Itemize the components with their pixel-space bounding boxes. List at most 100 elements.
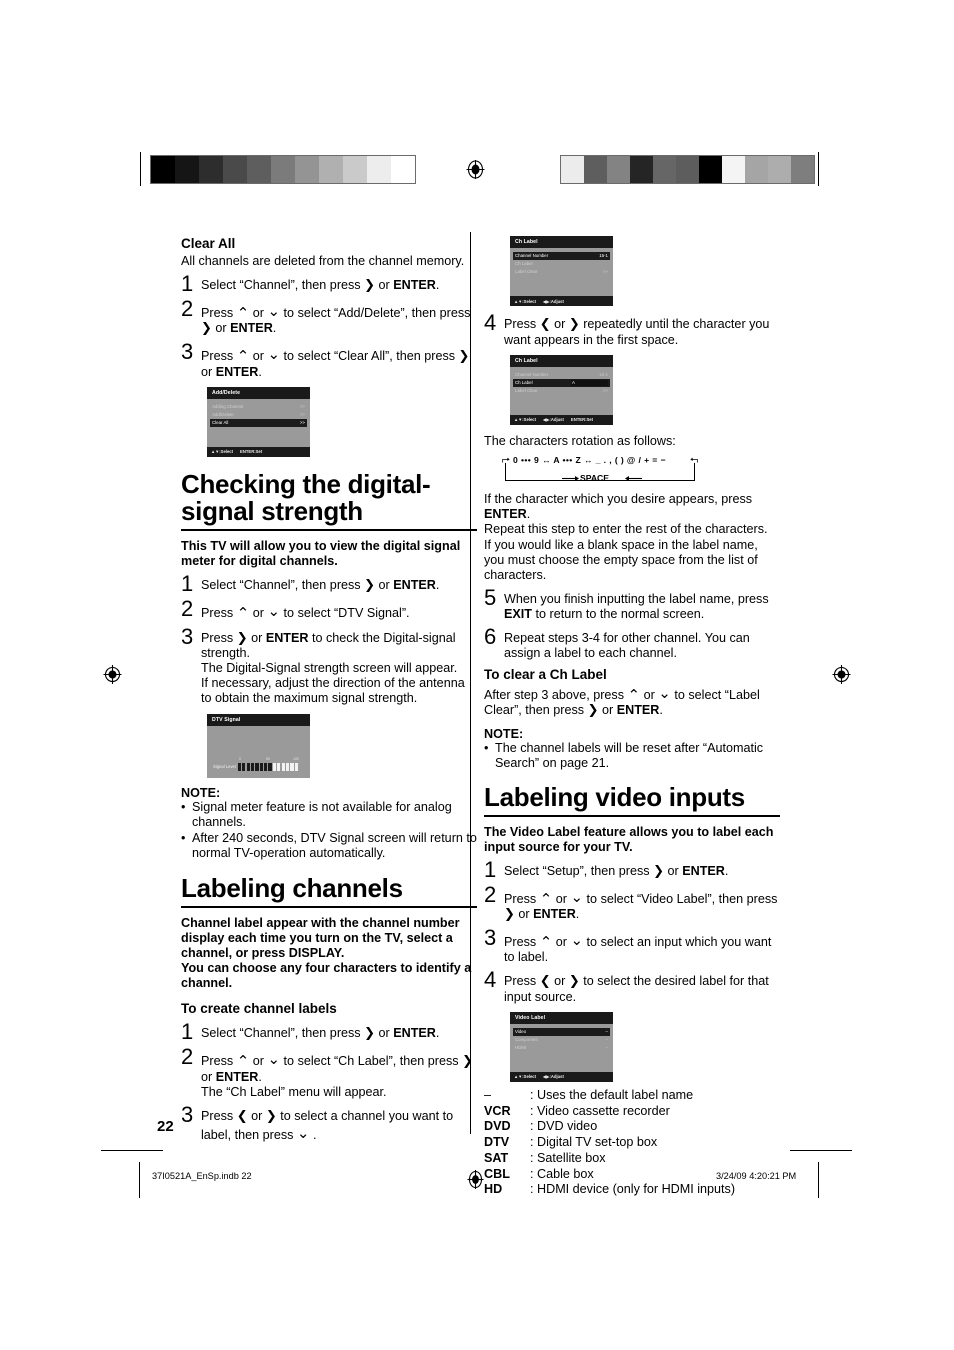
step-text: Press or to select “Ch Label”, then pres… (201, 1048, 477, 1100)
legend-value: : DVD video (530, 1119, 598, 1134)
step-number: 4 (484, 967, 497, 993)
manual-page: Clear All All channels are deleted from … (0, 0, 954, 1350)
signal-bar (264, 762, 268, 771)
character-rotation-diagram: 0 ••• 9 ↔ A ••• Z ↔ _ . , ( ) @ / + = − … (502, 454, 698, 488)
step-item: 1 Select “Channel”, then press or ENTER. (181, 1019, 477, 1044)
signal-note-title: NOTE: (181, 785, 221, 800)
legend-key: VCR (484, 1103, 511, 1118)
signal-bar (259, 762, 263, 771)
step-number: 2 (181, 1044, 194, 1070)
osd-row[interactable]: Channel Number 15-1 (510, 371, 613, 379)
signal-row: Signal Level (213, 762, 305, 771)
step-text: Press or to select “Video Label”, then p… (504, 886, 780, 923)
osd-row[interactable]: Label Clear >> (510, 387, 613, 395)
osd-row-value: >> (299, 403, 305, 409)
osd-text-field[interactable]: A (571, 380, 608, 386)
osd-body: Channel Number 15-1 Ch Label Label Clear >> (510, 248, 613, 296)
signal-steps: 1 Select “Channel”, then press or ENTER. 2… (181, 573, 477, 706)
osd-row[interactable]: Ch Label A (513, 378, 610, 388)
step-text: Press or to select “Clear All”, then pre… (201, 343, 477, 380)
after-rotation-text: If the character which you desire appear… (484, 492, 780, 583)
osd-row-label: Label Clear (515, 269, 538, 275)
signal-bar (281, 762, 285, 771)
step-number: 1 (181, 1019, 194, 1044)
legend-value: : Digital TV set-top box (530, 1135, 658, 1150)
legend-row: – : Uses the default label name (484, 1088, 780, 1104)
osd-row[interactable]: Ch Label (510, 260, 613, 268)
osd-row-label: Video (515, 1029, 527, 1035)
osd-row-value: >> (602, 269, 608, 275)
paragraph: If the character which you desire appear… (484, 492, 753, 522)
note-item: Signal meter feature is not available fo… (181, 800, 477, 830)
osd-row[interactable]: Add/Delete >> (207, 411, 310, 419)
section-rule (181, 905, 477, 908)
step-item: 3 Press or to select a channel you want t… (181, 1102, 477, 1143)
signal-level-label: Signal Level (213, 764, 236, 770)
step-text: Select “Setup”, then press or ENTER. (504, 861, 780, 880)
step-text: Press or to select the desired label for… (504, 971, 780, 1005)
legend-value: : HDMI device (only for HDMI inputs) (530, 1182, 736, 1197)
osd-row-label: Label Clear (515, 388, 538, 394)
step-item: 3 Press or to select an input which you w… (484, 926, 780, 965)
osd-row-value: 15-1 (599, 253, 608, 259)
ch-label-note-title: NOTE: (484, 726, 524, 741)
video-label-legend: – : Uses the default label name VCR : Video… (484, 1088, 780, 1198)
osd-video-label: Video Label Video – Component – HDMI – ▲▼:Selec… (510, 1011, 613, 1082)
signal-intro: This TV will allow you to view the digit… (181, 538, 461, 569)
legend-key: DVD (484, 1119, 511, 1134)
step-item: 2 Press or to select “Video Label”, then … (484, 883, 780, 923)
legend-key: – (484, 1087, 492, 1102)
osd-row[interactable]: Adding Channel >> (207, 403, 310, 411)
osd-row-label: Channel Number (515, 372, 549, 378)
osd-row-label: Add/Delete (212, 412, 234, 418)
osd-body: 0 50 100 Signal Level (207, 726, 310, 778)
osd-row[interactable]: Clear All >> (210, 418, 307, 427)
osd-row[interactable]: Component – (510, 1036, 613, 1044)
osd-body: Channel Number 15-1 Ch Label A Label Clear >> (510, 367, 613, 415)
rotation-arrow-left (502, 457, 510, 463)
osd-row-label: Channel Number (515, 253, 549, 259)
osd-footer: ▲▼:Select ◀▶:Adjust (510, 296, 613, 307)
osd-row-value: 15-1 (599, 372, 608, 378)
osd-footer-hint: ▲▼:Select (514, 417, 537, 423)
rotation-line1: 0 ••• 9 ↔ A ••• Z ↔ _ . , ( ) @ / + = − (513, 455, 666, 466)
legend-value: : Video cassette recorder (530, 1103, 670, 1118)
step-item: 6 Repeat steps 3-4 for other channel. You… (484, 625, 780, 661)
step-number: 3 (181, 1102, 194, 1128)
step-item: 3 Press or to select “Clear All”, then pr… (181, 340, 477, 380)
osd-row-value: >> (602, 388, 608, 394)
osd-row[interactable]: Label Clear >> (510, 268, 613, 276)
osd-row-value: >> (299, 412, 305, 418)
step-text: Select “Channel”, then press or ENTER. (201, 275, 477, 294)
clear-all-heading: Clear All (181, 236, 236, 251)
osd-title: Add/Delete (207, 386, 310, 399)
step-number: 5 (484, 584, 497, 610)
signal-bar (242, 762, 246, 771)
section-title-labeling-channels: Labeling channels (181, 872, 403, 903)
registration-mark-bottom (466, 1170, 485, 1189)
osd-row[interactable]: HDMI – (510, 1044, 613, 1052)
osd-row[interactable]: Video – (513, 1027, 610, 1036)
ch-label-step4: 4 Press or repeatedly until the character… (484, 312, 780, 348)
osd-footer-hint: ◀▶:Adjust (543, 1074, 564, 1080)
osd-title: DTV Signal (207, 713, 310, 726)
legend-key: DTV (484, 1135, 510, 1150)
footer-timestamp: 3/24/09 4:20:21 PM (716, 1171, 797, 1181)
create-channel-labels-steps: 1 Select “Channel”, then press or ENTER. 2… (181, 1019, 477, 1143)
footer-tick-left (139, 1162, 140, 1198)
step-number: 1 (484, 856, 497, 882)
steps-5-6: 5 When you finish inputting the label nam… (484, 584, 780, 661)
legend-key: CBL (484, 1166, 510, 1181)
osd-row[interactable]: Channel Number 15-1 (513, 252, 610, 261)
step-text: Select “Channel”, then press or ENTER. (201, 1023, 477, 1042)
footer-tick-right (818, 1162, 819, 1198)
section-title-signal-strength: Checking the digital-signal strength (181, 468, 431, 527)
legend-row: HD: HDMI device (only for HDMI inputs) (484, 1182, 780, 1198)
osd-footer-hint: ENTER:Set (240, 449, 263, 455)
osd-add-delete: Add/Delete Adding Channel >> Add/Delete >> Cl… (207, 386, 310, 457)
step-item: 4 Press or repeatedly until the character… (484, 312, 780, 348)
paragraph: Repeat this step to enter the rest of th… (484, 522, 768, 537)
signal-bar (272, 762, 277, 771)
legend-value: : Uses the default label name (530, 1087, 694, 1102)
osd-footer: ▲▼:Select ◀▶:Adjust ENTER:Set (510, 414, 613, 426)
